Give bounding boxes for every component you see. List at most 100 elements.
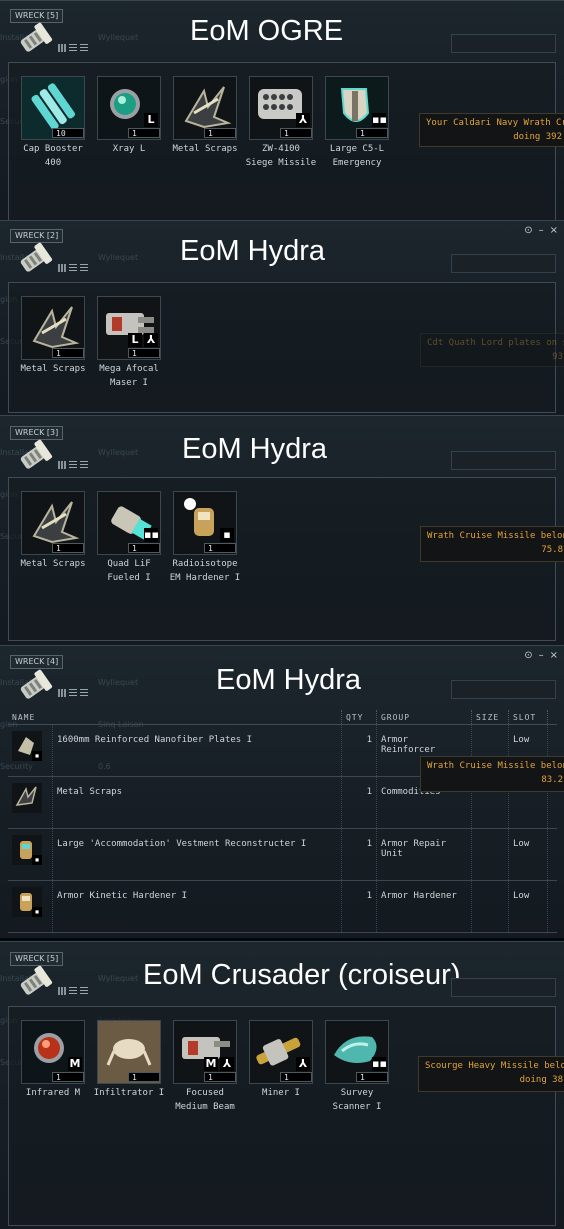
combat-notification: Wrath Cruise Missile belongin83.2 (420, 756, 564, 792)
ship-title: EoM Hydra (216, 664, 362, 696)
xray-crystal-icon: L 1 (97, 76, 161, 140)
window-controls: ⊙ – × (518, 650, 558, 661)
table-row[interactable]: ▪ Armor Kinetic Hardener I 1 Armor Harde… (8, 880, 557, 933)
details-view-icon[interactable] (69, 44, 77, 52)
metal-scraps-icon: 1 (173, 76, 237, 140)
column-header-qty[interactable]: QTY (341, 710, 377, 725)
close-icon[interactable]: × (550, 225, 558, 236)
cap-booster-icon: 10 (21, 76, 85, 140)
ship-title: EoM OGRE (190, 15, 344, 47)
emergency-shield-icon: ▪▪ 1 (325, 76, 389, 140)
cargo-item[interactable]: 1 Infiltrator I (93, 1020, 165, 1100)
cargo-item[interactable]: ⅄ 1 ZW-4100 Siege Missile (245, 76, 317, 170)
combat-notification: Your Caldari Navy Wrath Cru doing 392 (419, 113, 564, 147)
metal-scraps-icon: 1 (21, 296, 85, 360)
row-icon: ▪ (8, 828, 53, 881)
wreck-panel-4: Installation Wyllequet gion Sinq Laison Se… (0, 645, 564, 940)
wreck-icon (20, 22, 53, 52)
list-view-icon[interactable] (80, 987, 88, 995)
ship-title: EoM Hydra (180, 235, 326, 267)
armor-repairer-icon: ▪ (12, 835, 42, 865)
wreck-panel-3: InstallationWyllequet gionSinq Laison Se… (0, 415, 564, 645)
table-row[interactable]: ▪ Large 'Accommodation' Vestment Reconst… (8, 828, 557, 881)
column-header-group[interactable]: GROUP (376, 710, 472, 725)
list-header: NAME QTY GROUP SIZE SLOT (8, 710, 557, 725)
window-controls: ⊙ – × (518, 225, 558, 236)
minimize-icon[interactable]: – (539, 650, 544, 661)
ship-title: EoM Crusader (croiseur) (143, 959, 461, 991)
details-view-icon[interactable] (69, 987, 77, 995)
filter-box[interactable] (451, 978, 556, 997)
cargo-item[interactable]: ▪ 1 Radioisotope EM Hardener I (169, 491, 241, 585)
details-view-icon[interactable] (69, 689, 77, 697)
details-view-icon[interactable] (69, 264, 77, 272)
wreck-icon (20, 242, 53, 272)
list-view-icon[interactable] (80, 264, 88, 272)
column-header-spare (547, 710, 557, 725)
combat-notification: Scourge Heavy Missile belon doing 38 (418, 1056, 564, 1092)
settings-icon[interactable]: ⊙ (524, 225, 532, 236)
view-mode-icons[interactable] (58, 682, 98, 697)
cargo-item[interactable]: 1 Metal Scraps (17, 296, 89, 376)
icon-view-icon[interactable] (58, 689, 66, 697)
filter-box[interactable] (451, 451, 556, 470)
list-view-icon[interactable] (80, 689, 88, 697)
combat-notification: Cdt Quath Lord plates on se 93 (420, 333, 564, 367)
column-header-name[interactable]: NAME (8, 710, 342, 725)
row-icon (8, 776, 53, 829)
cargo-item[interactable]: ▪▪ 1 Large C5-L Emergency (321, 76, 393, 170)
list-view-icon[interactable] (80, 461, 88, 469)
cargo-item[interactable]: ▪▪ 1 Quad LiF Fueled I (93, 491, 165, 585)
details-view-icon[interactable] (69, 461, 77, 469)
close-icon[interactable]: × (550, 650, 558, 661)
cargo-item[interactable]: 10 Cap Booster 400 (17, 76, 89, 170)
list-view-icon[interactable] (80, 44, 88, 52)
settings-icon[interactable]: ⊙ (524, 650, 532, 661)
drone-icon: 1 (97, 1020, 161, 1084)
column-header-size[interactable]: SIZE (471, 710, 509, 725)
view-mode-icons[interactable] (58, 454, 98, 469)
booster-thruster-icon: ▪▪ 1 (97, 491, 161, 555)
icon-view-icon[interactable] (58, 987, 66, 995)
beam-laser-icon: M ⅄ 1 (173, 1020, 237, 1084)
kinetic-hardener-icon: ▪ (12, 887, 42, 917)
filter-box[interactable] (451, 680, 556, 699)
ship-title: EoM Hydra (182, 433, 328, 465)
icon-view-icon[interactable] (58, 461, 66, 469)
row-icon: ▪ (8, 880, 53, 933)
wreck-panel-2: InstallationWyllequet gionSinq Laison Se… (0, 220, 564, 415)
icon-view-icon[interactable] (58, 44, 66, 52)
cargo-item[interactable]: M ⅄ 1 Focused Medium Beam (169, 1020, 241, 1114)
cargo-item[interactable]: 1 Metal Scraps (169, 76, 241, 156)
cargo-item[interactable]: L ⅄ 1 Mega Afocal Maser I (93, 296, 165, 390)
wreck-icon (20, 669, 53, 699)
filter-box[interactable] (451, 34, 556, 53)
cargo-list: NAME QTY GROUP SIZE SLOT ▪ 1600mm Reinfo… (8, 710, 557, 940)
column-header-slot[interactable]: SLOT (508, 710, 548, 725)
metal-scraps-icon (12, 783, 42, 813)
cargo-item[interactable]: ▪▪ 1 Survey Scanner I (321, 1020, 393, 1114)
cargo-item[interactable]: ⅄ 1 Miner I (245, 1020, 317, 1100)
cargo-item[interactable]: M 1 Infrared M (17, 1020, 89, 1100)
wreck-icon (20, 439, 53, 469)
row-icon: ▪ (8, 724, 53, 777)
armor-plate-icon: ▪ (12, 731, 42, 761)
siege-launcher-icon: ⅄ 1 (249, 76, 313, 140)
cargo-item[interactable]: L 1 Xray L (93, 76, 165, 156)
mega-maser-icon: L ⅄ 1 (97, 296, 161, 360)
wreck-icon (20, 965, 53, 995)
view-mode-icons[interactable] (58, 37, 98, 52)
miner-icon: ⅄ 1 (249, 1020, 313, 1084)
wreck-panel-5: InstallationWyllequet gionSinq Laison Se… (0, 941, 564, 1229)
wreck-panel-1: InstallationWyllequet gionSinq Laison Se… (0, 0, 564, 220)
minimize-icon[interactable]: – (539, 225, 544, 236)
view-mode-icons[interactable] (58, 980, 98, 995)
filter-box[interactable] (451, 254, 556, 273)
view-mode-icons[interactable] (58, 257, 98, 272)
infrared-crystal-icon: M 1 (21, 1020, 85, 1084)
metal-scraps-icon: 1 (21, 491, 85, 555)
survey-scanner-icon: ▪▪ 1 (325, 1020, 389, 1084)
cargo-container: M 1 Infrared M 1 Infiltrator I M ⅄ 1 Foc… (8, 1006, 556, 1226)
icon-view-icon[interactable] (58, 264, 66, 272)
cargo-item[interactable]: 1 Metal Scraps (17, 491, 89, 571)
